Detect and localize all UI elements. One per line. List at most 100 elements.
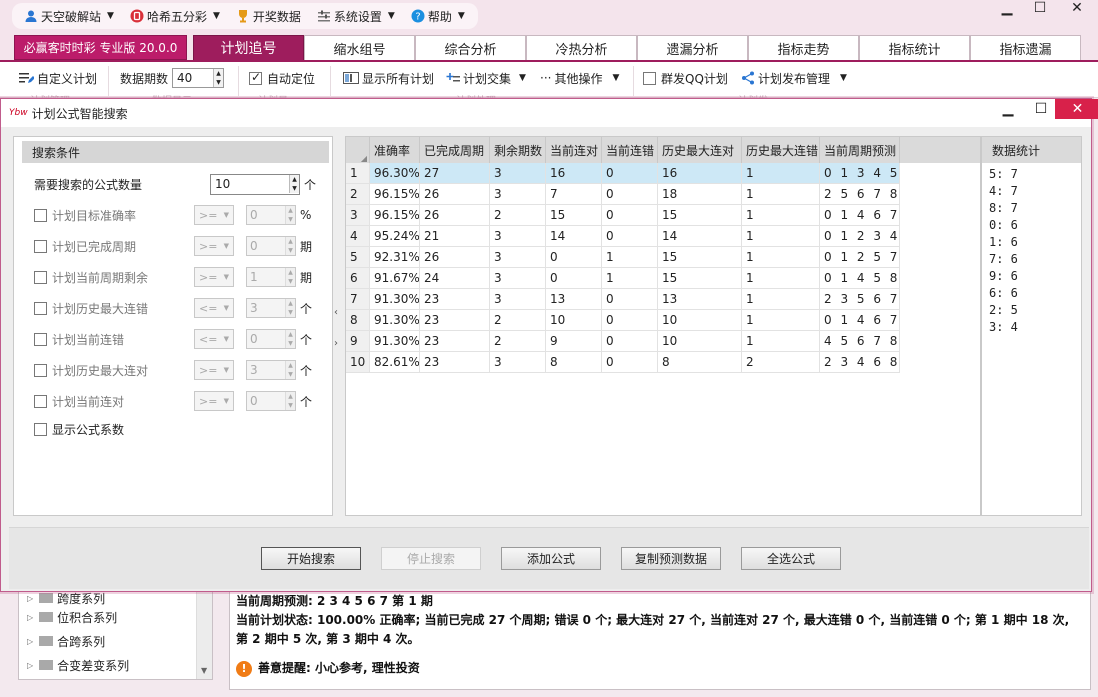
- table-cell[interactable]: 10: [658, 331, 742, 352]
- filter-checkbox[interactable]: 计划当前连错: [34, 331, 174, 348]
- table-cell[interactable]: 0: [602, 289, 658, 310]
- menu-item-settings[interactable]: 系统设置 ▼: [305, 3, 399, 29]
- table-cell[interactable]: 96.15%: [370, 205, 420, 226]
- table-cell[interactable]: 0: [602, 205, 658, 226]
- table-cell[interactable]: 91.30%: [370, 310, 420, 331]
- table-cell[interactable]: 2: [742, 352, 820, 373]
- column-header[interactable]: 当前周期预测: [820, 137, 900, 163]
- row-number[interactable]: 6: [346, 268, 370, 289]
- table-cell[interactable]: 8: [546, 352, 602, 373]
- table-cell[interactable]: 1: [602, 247, 658, 268]
- tab-plan-tracking[interactable]: 计划追号: [193, 35, 304, 60]
- table-cell[interactable]: 15: [658, 268, 742, 289]
- table-cell[interactable]: 26: [420, 205, 490, 226]
- chevron-left-icon[interactable]: ‹: [334, 307, 342, 318]
- tab-indicator-trend[interactable]: 指标走势: [748, 35, 859, 60]
- checkbox-checked-icon[interactable]: [249, 70, 262, 85]
- table-cell[interactable]: 91.67%: [370, 268, 420, 289]
- checkbox-icon[interactable]: [34, 239, 47, 253]
- table-cell[interactable]: 24: [420, 268, 490, 289]
- table-cell[interactable]: 2: [490, 205, 546, 226]
- table-cell[interactable]: 3: [490, 352, 546, 373]
- row-number[interactable]: 4: [346, 226, 370, 247]
- menu-item-draw-data[interactable]: 开奖数据: [224, 3, 305, 29]
- table-cell[interactable]: 23: [420, 331, 490, 352]
- table-cell[interactable]: 82.61%: [370, 352, 420, 373]
- table-cell[interactable]: 10: [546, 310, 602, 331]
- table-cell[interactable]: 1: [742, 205, 820, 226]
- menu-item-lottery[interactable]: 哈希五分彩 ▼: [118, 3, 224, 29]
- plan-publish-button[interactable]: 计划发布管理 ▼: [741, 67, 847, 89]
- row-number[interactable]: 8: [346, 310, 370, 331]
- column-header[interactable]: 历史最大连对: [658, 137, 742, 163]
- tab-missing[interactable]: 遗漏分析: [637, 35, 748, 60]
- add-formula-button[interactable]: 添加公式: [501, 547, 601, 570]
- maximize-icon[interactable]: ☐: [1026, 99, 1056, 119]
- table-cell[interactable]: 13: [546, 289, 602, 310]
- show-all-plans-button[interactable]: 显示所有计划: [343, 67, 434, 89]
- chevron-right-icon[interactable]: ›: [334, 338, 342, 349]
- spinner-icon[interactable]: ▲ ▼: [213, 69, 224, 87]
- checkbox-icon[interactable]: [643, 71, 656, 85]
- row-number[interactable]: 3: [346, 205, 370, 226]
- table-cell[interactable]: 95.24%: [370, 226, 420, 247]
- table-cell[interactable]: 14: [546, 226, 602, 247]
- column-header[interactable]: 当前连对: [546, 137, 602, 163]
- table-cell[interactable]: 0 1 4 6 7 8: [820, 310, 900, 331]
- table-cell[interactable]: 18: [658, 184, 742, 205]
- row-number[interactable]: 9: [346, 331, 370, 352]
- table-cell[interactable]: 1: [742, 289, 820, 310]
- filter-checkbox[interactable]: 计划当前连对: [34, 393, 174, 410]
- table-cell[interactable]: 0: [602, 352, 658, 373]
- filter-checkbox[interactable]: 计划历史最大连错: [34, 300, 174, 317]
- table-cell[interactable]: 13: [658, 289, 742, 310]
- checkbox-icon[interactable]: [34, 270, 47, 284]
- spinner-icon[interactable]: ▲ ▼: [289, 174, 299, 193]
- scroll-down-icon[interactable]: ▼: [201, 666, 207, 675]
- filter-checkbox[interactable]: 计划历史最大连对: [34, 362, 174, 379]
- column-header[interactable]: 准确率: [370, 137, 420, 163]
- row-number[interactable]: 2: [346, 184, 370, 205]
- checkbox-icon[interactable]: [34, 363, 47, 377]
- table-cell[interactable]: 0 1 4 5 8 9: [820, 268, 900, 289]
- table-cell[interactable]: 23: [420, 289, 490, 310]
- expand-icon[interactable]: ▷: [27, 613, 33, 622]
- tree-scrollbar[interactable]: ▼: [196, 591, 212, 679]
- table-cell[interactable]: 0 1 3 4 5 8: [820, 163, 900, 184]
- checkbox-icon[interactable]: [34, 394, 47, 408]
- table-cell[interactable]: 2 3 4 6 8 9: [820, 352, 900, 373]
- table-cell[interactable]: 2 3 5 6 7 8: [820, 289, 900, 310]
- table-cell[interactable]: 0: [602, 163, 658, 184]
- table-cell[interactable]: 15: [658, 205, 742, 226]
- table-cell[interactable]: 9: [546, 331, 602, 352]
- table-cell[interactable]: 4 5 6 7 8 9: [820, 331, 900, 352]
- row-number[interactable]: 1: [346, 163, 370, 184]
- table-cell[interactable]: 10: [658, 310, 742, 331]
- tab-indicator-stats[interactable]: 指标统计: [859, 35, 970, 60]
- filter-checkbox[interactable]: 计划目标准确率: [34, 207, 174, 224]
- table-cell[interactable]: 16: [658, 163, 742, 184]
- table-cell[interactable]: 96.30%: [370, 163, 420, 184]
- table-cell[interactable]: 21: [420, 226, 490, 247]
- select-all-formulas-button[interactable]: 全选公式: [741, 547, 841, 570]
- tree-item[interactable]: ▷ 合变差变系列: [19, 653, 212, 677]
- auto-locate-checkbox[interactable]: 自动定位: [249, 67, 315, 89]
- row-number[interactable]: 7: [346, 289, 370, 310]
- table-cell[interactable]: 15: [546, 205, 602, 226]
- table-cell[interactable]: 0 1 2 3 4 5: [820, 226, 900, 247]
- table-cell[interactable]: 1: [742, 310, 820, 331]
- minimize-icon[interactable]: ▁: [993, 99, 1023, 119]
- table-cell[interactable]: 3: [490, 247, 546, 268]
- table-cell[interactable]: 2: [490, 331, 546, 352]
- checkbox-icon[interactable]: [34, 422, 47, 436]
- tree-item[interactable]: ▷ 位积合系列: [19, 605, 212, 629]
- table-cell[interactable]: 1: [742, 331, 820, 352]
- table-cell[interactable]: 23: [420, 352, 490, 373]
- table-cell[interactable]: 0: [602, 184, 658, 205]
- other-ops-button[interactable]: ··· 其他操作 ▼: [540, 67, 619, 89]
- table-cell[interactable]: 26: [420, 184, 490, 205]
- table-cell[interactable]: 2: [490, 310, 546, 331]
- table-cell[interactable]: 0: [602, 226, 658, 247]
- table-cell[interactable]: 1: [742, 184, 820, 205]
- column-header[interactable]: 历史最大连错: [742, 137, 820, 163]
